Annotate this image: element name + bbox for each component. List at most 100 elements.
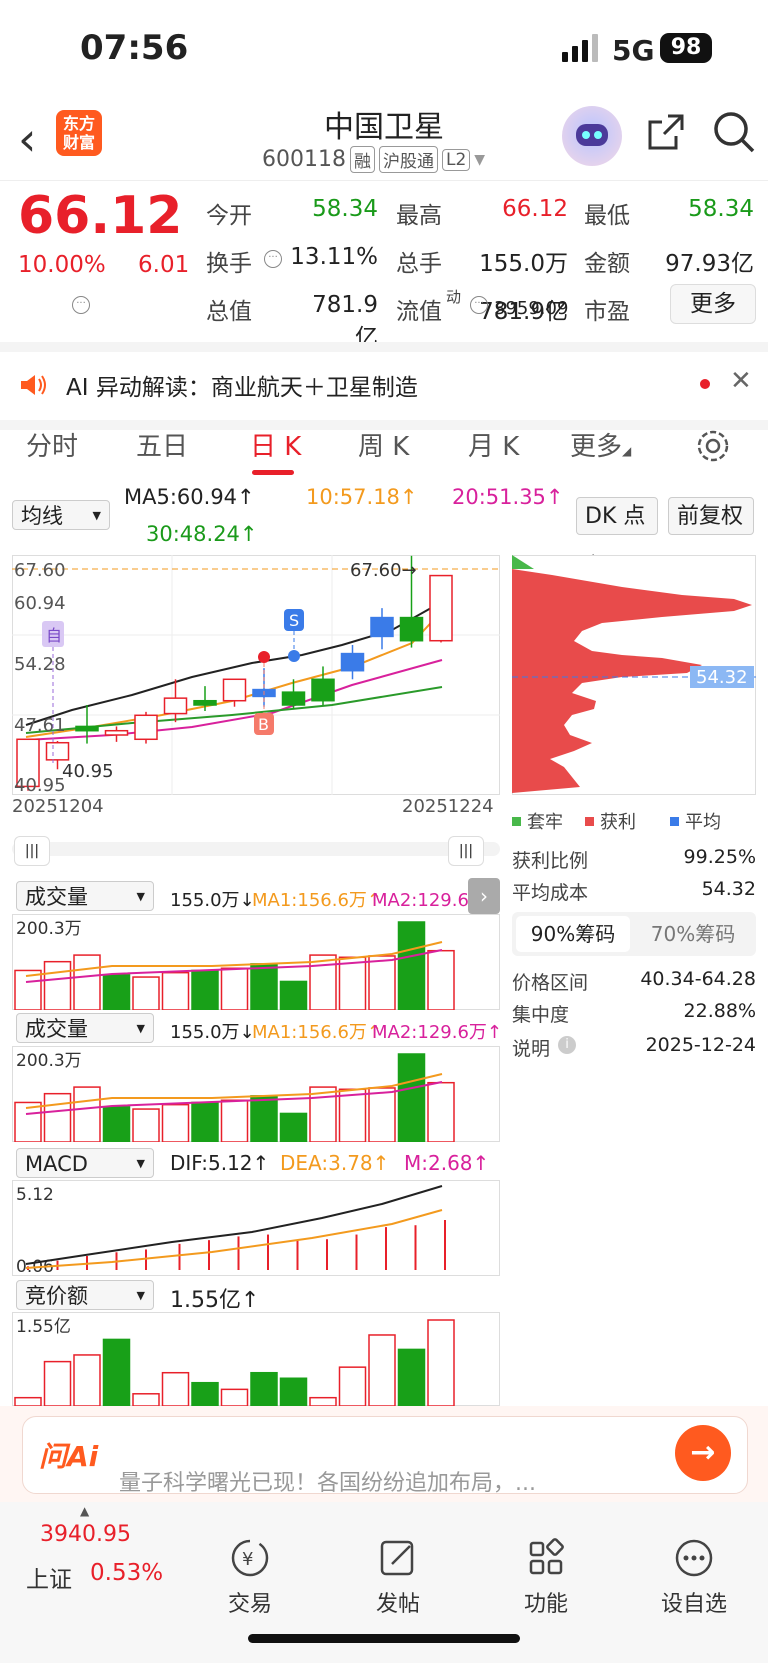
note-date-value: 2025-12-24 (645, 1034, 756, 1056)
candle (311, 678, 335, 702)
concentration-label: 集中度 (512, 1004, 570, 1026)
nav-add-watchlist[interactable]: 设自选 (644, 1536, 744, 1618)
auction-select[interactable]: 竞价额 ▼ (16, 1280, 154, 1310)
volume-bar (338, 1088, 367, 1142)
slider-handle-left[interactable]: ||| (14, 836, 50, 866)
ma20-label: 20:51.35↑ (452, 485, 564, 509)
info-dots-icon-2[interactable]: ··· (470, 296, 488, 314)
volume-bar (191, 1101, 219, 1142)
candle (193, 699, 217, 706)
ai-robot-avatar[interactable] (562, 106, 622, 166)
auction-bar (14, 1396, 42, 1406)
tag-connect: 沪股通 (378, 146, 438, 173)
search-icon[interactable] (712, 110, 756, 154)
volume-bar (161, 1103, 190, 1142)
vol2-ma1: MA1:156.6万↑ (252, 1022, 382, 1043)
close-icon[interactable]: ✕ (730, 366, 752, 396)
vol2-select[interactable]: 成交量 ▼ (16, 1013, 154, 1043)
tab-daily-k[interactable]: 日 K (250, 426, 301, 463)
network-label: 5G (612, 34, 655, 67)
candle (370, 616, 394, 638)
info-dots-icon-0[interactable]: ··· (264, 250, 282, 268)
volume-bar (368, 1087, 396, 1142)
quote-value-1: 66.12 (502, 196, 568, 222)
macd-chart[interactable]: 5.12 0.06 (12, 1180, 500, 1276)
self-marker-label: 自 (46, 626, 62, 645)
ma-select[interactable]: 均线 ▼ (12, 500, 110, 530)
tab-more[interactable]: 更多◢ (570, 426, 631, 463)
kline-chart[interactable]: 67.60 60.94 54.28 47.61 40.95 67.60→ 40.… (12, 555, 500, 795)
price-range-label: 价格区间 (512, 972, 589, 994)
macd-top-label: 5.12 (16, 1185, 54, 1205)
settings-gear-icon[interactable] (695, 428, 731, 464)
chevron-right-icon[interactable]: › (468, 878, 500, 914)
ask-ai-bar: 问Ai 量子科学曙光已现！各国纷纷追加布局，... → (0, 1406, 768, 1502)
caret-up-icon: ▲ (80, 1504, 90, 1518)
dk-point-select[interactable]: DK 点◢ (576, 497, 658, 564)
vol2-select-label: 成交量 (25, 1017, 88, 1041)
auction-bar (132, 1393, 160, 1406)
send-arrow-icon[interactable]: → (675, 1425, 731, 1481)
stock-header: ‹ 东方 财富 中国卫星 600118 融 沪股通 L2 ▼ (0, 100, 768, 181)
last-price: 66.12 (18, 186, 183, 246)
vol1-select[interactable]: 成交量 ▼ (16, 881, 154, 911)
chip-distribution-chart[interactable]: 54.32 (512, 555, 756, 795)
auction-value: 1.55亿↑ (170, 1288, 260, 1313)
volume-bar (250, 1095, 278, 1142)
auction-bar (397, 1348, 426, 1406)
auction-bar (73, 1354, 101, 1406)
volume-bar (43, 960, 72, 1010)
macd-select[interactable]: MACD ▼ (16, 1148, 154, 1178)
index-change: 0.53% (90, 1560, 164, 1586)
tab-chip-70[interactable]: 70%筹码 (634, 916, 752, 952)
nav-trade[interactable]: ¥ 交易 (200, 1536, 300, 1618)
y-label-bottom: 40.95 (14, 775, 66, 795)
ask-ai-brand: 问Ai (39, 1440, 99, 1473)
home-indicator (248, 1634, 520, 1643)
date-end: 20251224 (402, 796, 494, 817)
nav-trade-label: 交易 (227, 1592, 272, 1617)
auction-chart[interactable]: 1.55亿 (12, 1312, 500, 1406)
volume-bar (43, 1092, 72, 1142)
tab-monthly-k[interactable]: 月 K (468, 426, 519, 463)
stock-code-row[interactable]: 600118 融 沪股通 L2 ▼ (262, 146, 485, 173)
share-icon[interactable] (646, 112, 686, 152)
ai-banner[interactable]: AI 异动解读：商业航天＋卫星制造 ✕ (0, 342, 768, 430)
period-tabs: 分时 五日 日 K 周 K 月 K 更多◢ (0, 418, 768, 478)
date-start: 20251204 (12, 796, 104, 817)
info-dots-icon-1[interactable]: ··· (72, 296, 90, 314)
range-slider[interactable] (12, 842, 500, 856)
nav-functions[interactable]: 功能 (496, 1536, 596, 1618)
avg-cost-row-label: 平均成本 (512, 882, 589, 904)
volume-chart-1[interactable]: 200.3万 (12, 914, 500, 1010)
volume-bar (161, 971, 190, 1010)
quote-label-5: 金额 (584, 251, 630, 277)
quote-value-4: 155.0万 (479, 251, 568, 277)
slider-handle-right[interactable]: ||| (448, 836, 484, 866)
volume-bar (220, 967, 249, 1010)
more-dots-icon (675, 1539, 713, 1577)
volume-chart-2[interactable]: 200.3万 (12, 1046, 500, 1142)
avg-cost-value: 54.32 (701, 878, 756, 900)
more-button[interactable]: 更多 (670, 284, 756, 324)
tab-weekly-k[interactable]: 周 K (358, 426, 409, 463)
quote-value-5: 97.93亿 (665, 251, 754, 277)
tab-five-day[interactable]: 五日 (136, 426, 188, 463)
nav-post[interactable]: 发帖 (348, 1536, 448, 1618)
tab-intraday[interactable]: 分时 (26, 426, 78, 463)
index-value[interactable]: 3940.95 (40, 1522, 131, 1547)
trade-icon: ¥ (231, 1539, 269, 1577)
volume-bar (427, 1081, 455, 1142)
status-bar: 07:56 5G 98 (0, 0, 768, 100)
volume-bar (102, 1106, 131, 1142)
change-amount: 6.01 (138, 252, 190, 278)
chevron-down-icon: ▼ (474, 151, 486, 168)
auction-bar (338, 1366, 367, 1406)
post-edit-icon (380, 1540, 414, 1576)
index-name[interactable]: 上证 (26, 1560, 72, 1594)
tab-chip-90[interactable]: 90%筹码 (516, 916, 630, 952)
adjust-select[interactable]: 前复权 (668, 497, 754, 535)
auction-bar (427, 1319, 455, 1406)
ask-ai-input[interactable]: 问Ai 量子科学曙光已现！各国纷纷追加布局，... → (22, 1416, 748, 1496)
info-icon[interactable]: i (558, 1036, 576, 1054)
